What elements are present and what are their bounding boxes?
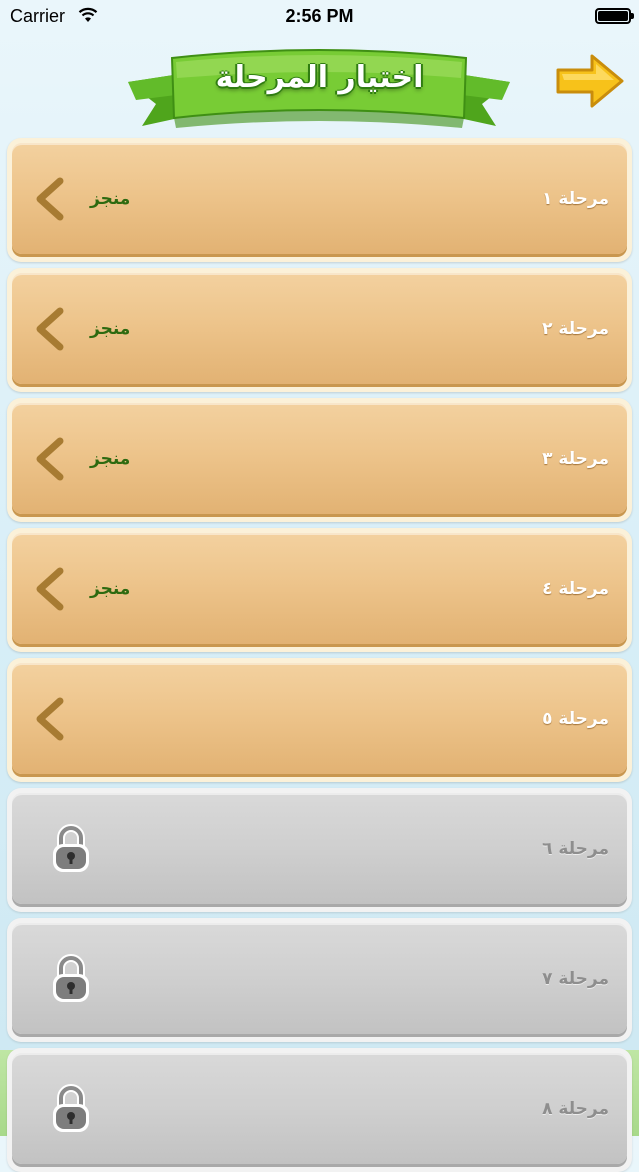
padlock-icon xyxy=(53,1083,89,1132)
level-item-4[interactable]: منجز مرحلة ٤ xyxy=(7,528,632,652)
chevron-left-icon xyxy=(36,307,64,350)
level-item-5[interactable]: مرحلة ٥ xyxy=(7,658,632,782)
level-item-7: مرحلة ٧ xyxy=(7,918,632,1042)
level-name: مرحلة ٣ xyxy=(542,448,609,469)
padlock-icon xyxy=(53,953,89,1002)
level-name: مرحلة ٦ xyxy=(542,838,609,859)
level-item-6: مرحلة ٦ xyxy=(7,788,632,912)
chevron-left-icon xyxy=(36,567,64,610)
level-name: مرحلة ٧ xyxy=(542,968,609,989)
level-item-2[interactable]: منجز مرحلة ٢ xyxy=(7,268,632,392)
chevron-left-icon xyxy=(36,437,64,480)
status-time: 2:56 PM xyxy=(285,6,354,26)
completed-label: منجز xyxy=(90,318,131,339)
level-name: مرحلة ١ xyxy=(542,188,609,209)
level-item-8: مرحلة ٨ xyxy=(7,1048,632,1172)
chevron-left-icon xyxy=(36,177,64,220)
completed-label: منجز xyxy=(90,578,131,599)
level-item-1[interactable]: منجز مرحلة ١ xyxy=(7,138,632,262)
level-name: مرحلة ٤ xyxy=(542,578,609,599)
chevron-left-icon xyxy=(36,697,64,740)
completed-label: منجز xyxy=(90,188,131,209)
padlock-icon xyxy=(53,823,89,872)
level-name: مرحلة ٥ xyxy=(542,708,609,729)
right-arrow-icon[interactable] xyxy=(554,52,626,110)
battery-icon xyxy=(595,8,634,24)
completed-label: منجز xyxy=(90,448,131,469)
page-title: اختيار المرحلة xyxy=(215,60,424,95)
level-name: مرحلة ٨ xyxy=(542,1098,609,1119)
status-bar: Carrier 2:56 PM xyxy=(0,0,639,34)
level-item-3[interactable]: منجز مرحلة ٣ xyxy=(7,398,632,522)
level-name: مرحلة ٢ xyxy=(542,318,609,339)
